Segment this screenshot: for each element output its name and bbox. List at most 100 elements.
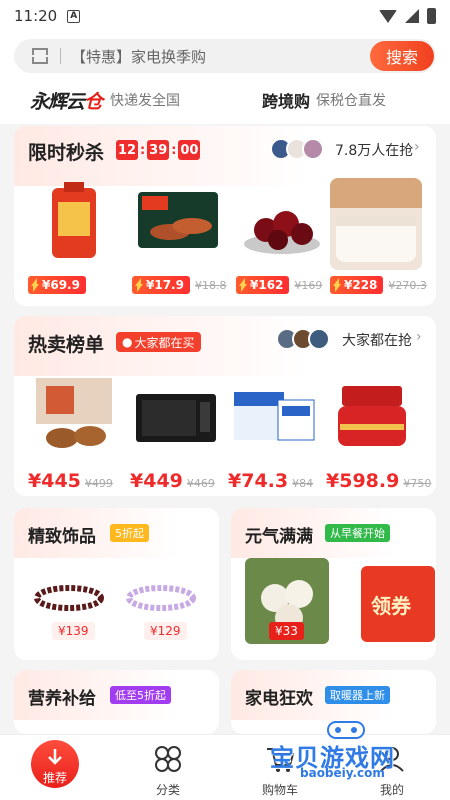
- wool-quilt-icon: [330, 178, 422, 270]
- scan-icon[interactable]: [32, 48, 48, 64]
- header: 【特惠】家电换季购 搜索 永辉云仓 快递发全国 跨境购 保税仓直发: [0, 32, 450, 124]
- appliance-title: 家电狂欢: [245, 689, 313, 709]
- price: ¥33: [269, 622, 304, 640]
- flash-sale-title: 限时秒杀: [28, 142, 105, 164]
- search-button[interactable]: 搜索: [370, 41, 434, 71]
- timer-separator: :: [140, 142, 146, 158]
- down-arrow-icon: [48, 749, 62, 765]
- price: ¥449: [130, 470, 183, 492]
- old-price: ¥169: [294, 278, 323, 292]
- category-tab[interactable]: 分类: [128, 735, 208, 800]
- old-price: ¥469: [186, 477, 215, 490]
- old-price: ¥750: [403, 477, 432, 490]
- flash-sale-card[interactable]: 限时秒杀 12 : 39 : 00 7.8万人在抢 › ¥69.9 ¥17.9 …: [14, 126, 436, 306]
- search-bar[interactable]: 【特惠】家电换季购 搜索: [14, 39, 436, 73]
- skincare-jar-icon: [326, 372, 418, 464]
- hot-list-card[interactable]: 热卖榜单 ● 大家都在买 大家都在抢 › ¥445 ¥499 ¥449 ¥469 …: [14, 316, 436, 496]
- brand-logo-accent: 仓: [84, 90, 103, 113]
- category-icon: [155, 746, 181, 772]
- price-row: ¥17.9 ¥18.8: [132, 276, 226, 294]
- search-divider: [60, 48, 61, 64]
- status-icons: [379, 8, 436, 24]
- timer-minutes: 39: [147, 140, 170, 160]
- flash-price-tag: ¥228: [330, 276, 384, 294]
- price: ¥139: [52, 622, 95, 640]
- battery-icon: [427, 8, 436, 24]
- jewelry-title: 精致饰品: [28, 527, 96, 547]
- watermark-url: baobeiy.com: [300, 766, 385, 780]
- product-tile[interactable]: ¥598.9 ¥750: [326, 372, 431, 492]
- recommend-label: 推荐: [42, 771, 67, 785]
- cross-border-subtitle: 保税仓直发: [316, 93, 387, 109]
- milk-box-image: [234, 392, 315, 441]
- sausage-pack-image: [138, 192, 218, 248]
- cross-border-link[interactable]: 跨境购: [262, 88, 310, 112]
- wifi-icon: [379, 9, 397, 23]
- brand-subtitle: 快递发全国: [110, 93, 181, 109]
- price-row: ¥445 ¥499: [28, 470, 113, 492]
- product-tile[interactable]: ¥74.3 ¥84: [228, 372, 320, 492]
- avatar: [308, 328, 330, 350]
- vitality-card[interactable]: 元气满满 从早餐开始 ¥33 领券: [231, 508, 436, 660]
- product-tile[interactable]: ¥69.9: [28, 178, 120, 294]
- cherries-icon: [236, 178, 328, 270]
- search-input[interactable]: 【特惠】家电换季购: [71, 46, 370, 67]
- product-tile[interactable]: ¥17.9 ¥18.8: [132, 178, 226, 294]
- mooncake-box-image: [36, 378, 112, 448]
- price-row: ¥449 ¥469: [130, 470, 215, 492]
- brand-logo-text: 永辉云: [30, 90, 85, 113]
- price-row: ¥162 ¥169: [236, 276, 322, 294]
- product-tile[interactable]: ¥445 ¥499: [28, 372, 120, 492]
- grabbing-label[interactable]: 大家都在抢: [342, 330, 412, 350]
- avatar: [302, 138, 324, 160]
- grabbing-count[interactable]: 7.8万人在抢: [335, 140, 413, 160]
- product-tile[interactable]: ¥228 ¥270.3: [330, 178, 427, 294]
- vitality-title: 元气满满: [245, 527, 313, 547]
- rice-bag-image: [52, 182, 96, 258]
- rice-bag-icon: [28, 178, 120, 270]
- vitality-badge: 从早餐开始: [325, 524, 390, 542]
- price: ¥598.9: [326, 470, 400, 492]
- flash-price-tag: ¥162: [236, 276, 290, 294]
- jewelry-card[interactable]: 精致饰品 5折起 ¥139 ¥129: [14, 508, 219, 660]
- bracelet-icon: [34, 585, 104, 611]
- flash-price-tag: ¥69.9: [28, 276, 86, 294]
- nutrition-badge: 低至5折起: [110, 686, 171, 704]
- jewelry-badge: 5折起: [110, 524, 149, 542]
- chevron-right-icon[interactable]: ›: [414, 139, 420, 155]
- timer-seconds: 00: [178, 140, 201, 160]
- milk-box-icon: [228, 372, 320, 464]
- hot-badge: ● 大家都在买: [116, 332, 201, 352]
- brand-row: 永辉云仓 快递发全国 跨境购 保税仓直发: [0, 82, 450, 118]
- nutrition-title: 营养补给: [28, 689, 96, 709]
- nutrition-card[interactable]: 营养补给 低至5折起: [14, 670, 219, 734]
- flash-price-tag: ¥17.9: [132, 276, 190, 294]
- status-bar: 11:20 A: [0, 0, 450, 32]
- brand-logo[interactable]: 永辉云仓: [30, 87, 103, 114]
- countdown-timer: 12 : 39 : 00: [116, 140, 201, 160]
- microwave-icon: [130, 372, 222, 464]
- price-row: ¥228 ¥270.3: [330, 276, 427, 294]
- price: ¥74.3: [228, 470, 289, 492]
- fire-icon: ●: [122, 335, 133, 349]
- chevron-right-icon[interactable]: ›: [416, 329, 422, 345]
- product-tile[interactable]: ¥449 ¥469: [130, 372, 222, 492]
- skincare-jar-image: [338, 386, 406, 446]
- signal-icon: [405, 9, 419, 23]
- old-price: ¥499: [84, 477, 113, 490]
- mooncake-box-icon: [28, 372, 120, 464]
- notification-icon: A: [67, 9, 81, 23]
- price-row: ¥74.3 ¥84: [228, 470, 313, 492]
- coupon-banner[interactable]: 领券: [361, 566, 435, 642]
- watermark: 宝贝游戏网 baobeiy.com: [258, 721, 428, 786]
- product-tile[interactable]: ¥162 ¥169: [236, 178, 328, 294]
- price: ¥445: [28, 470, 81, 492]
- old-price: ¥270.3: [388, 278, 427, 292]
- status-time: 11:20: [14, 7, 58, 25]
- microwave-image: [136, 394, 216, 442]
- sausage-pack-icon: [132, 178, 224, 270]
- wool-quilt-image: [330, 178, 422, 262]
- hot-badge-label: 大家都在买: [134, 335, 195, 350]
- timer-separator: :: [171, 142, 177, 158]
- appliance-badge: 取暖器上新: [325, 686, 390, 704]
